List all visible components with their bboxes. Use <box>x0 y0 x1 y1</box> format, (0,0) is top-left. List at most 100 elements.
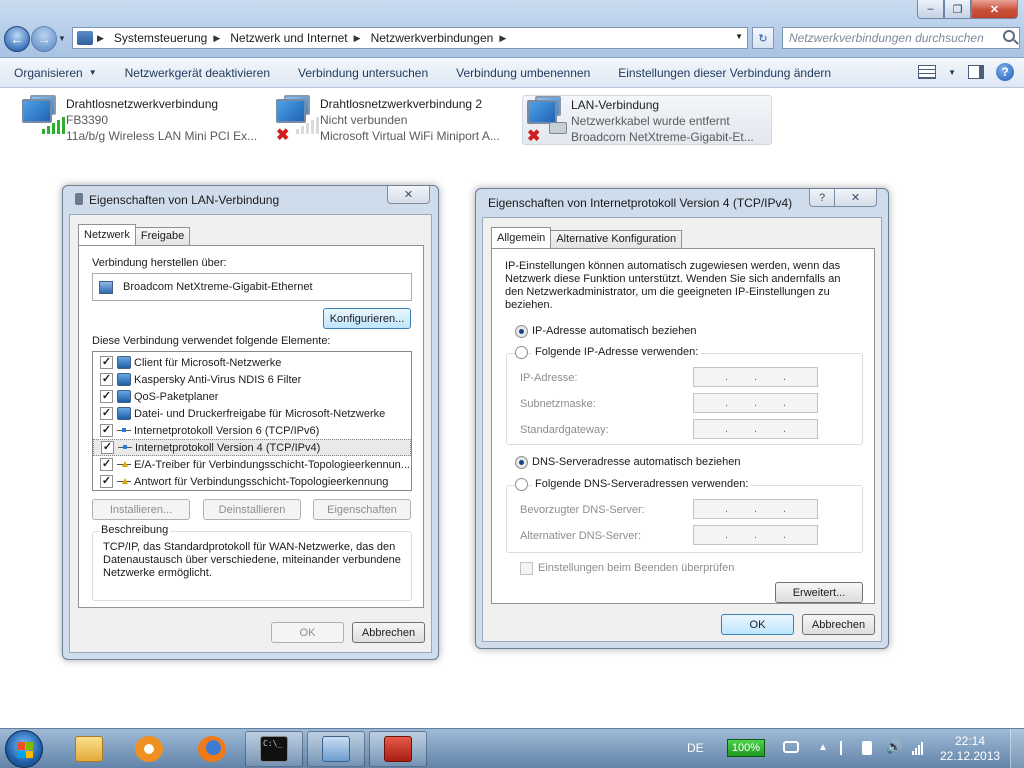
battery-meter[interactable]: 100% <box>727 739 765 757</box>
checkbox[interactable]: ✓ <box>100 356 113 369</box>
gateway-field[interactable]: ... <box>693 419 818 439</box>
auto-dns-label[interactable]: DNS-Serveradresse automatisch beziehen <box>532 456 741 468</box>
dialog-close-button[interactable]: ✕ <box>387 186 430 204</box>
clock[interactable]: 22:14 22.12.2013 <box>940 734 1000 764</box>
forward-button[interactable]: → <box>31 26 57 52</box>
view-dropdown-icon[interactable]: ▼ <box>948 68 956 77</box>
tab-sharing[interactable]: Freigabe <box>134 227 191 245</box>
address-bar[interactable]: ▶ Systemsteuerung ▶ Netzwerk und Internet… <box>72 27 748 49</box>
network-adapter-icon <box>99 280 113 294</box>
connection-item-wireless[interactable]: Drahtlosnetzwerkverbindung FB3390 11a/b/… <box>18 95 263 145</box>
adapter-field: Broadcom NetXtreme-Gigabit-Ethernet <box>92 273 412 301</box>
wifi-signal-icon[interactable] <box>912 741 926 755</box>
refresh-button[interactable]: ↻ <box>752 27 774 49</box>
auto-ip-radio[interactable] <box>515 325 528 338</box>
rename-connection-button[interactable]: Verbindung umbenennen <box>442 58 604 88</box>
maximize-button[interactable]: ❐ <box>944 0 971 19</box>
change-settings-button[interactable]: Einstellungen dieser Verbindung ändern <box>604 58 845 88</box>
properties-button[interactable]: Eigenschaften <box>313 499 411 520</box>
show-hidden-icons-chevron-icon[interactable]: ▲ <box>818 742 832 756</box>
list-item[interactable]: ✓ Datei- und Druckerfreigabe für Microsof… <box>93 405 411 422</box>
breadcrumb-control-panel[interactable]: Systemsteuerung ▶ <box>114 31 220 45</box>
components-list[interactable]: ✓ Client für Microsoft-Netzwerke ✓ Kaspers… <box>92 351 412 491</box>
taskbar-network-connections[interactable] <box>307 731 365 767</box>
manual-dns-label[interactable]: Folgende DNS-Serveradressen verwenden: <box>532 478 752 490</box>
close-button[interactable]: ✕ <box>971 0 1018 19</box>
cancel-button[interactable]: Abbrechen <box>802 614 875 635</box>
manual-dns-radio[interactable] <box>515 478 528 491</box>
install-button[interactable]: Installieren... <box>92 499 190 520</box>
taskbar-explorer[interactable] <box>60 731 118 767</box>
organize-menu[interactable]: Organisieren ▼ <box>0 58 111 88</box>
checkbox[interactable]: ✓ <box>100 475 113 488</box>
validate-checkbox[interactable] <box>520 562 533 575</box>
breadcrumb-network-internet[interactable]: Netzwerk und Internet ▶ <box>230 31 360 45</box>
preview-pane-icon[interactable] <box>968 65 984 79</box>
tab-general[interactable]: Allgemein <box>491 227 552 248</box>
list-item[interactable]: ✓ Internetprotokoll Version 6 (TCP/IPv6) <box>93 422 411 439</box>
view-options-icon[interactable] <box>918 65 937 79</box>
checkbox[interactable]: ✓ <box>100 390 113 403</box>
list-item[interactable]: ✓ E/A-Treiber für Verbindungsschicht-Topo… <box>93 456 411 473</box>
disable-device-button[interactable]: Netzwerkgerät deaktivieren <box>111 58 284 88</box>
search-input[interactable]: Netzwerkverbindungen durchsuchen <box>782 27 1020 49</box>
dialog-help-button[interactable]: ? <box>809 189 835 207</box>
back-button[interactable]: ← <box>4 26 30 52</box>
breadcrumb-arrow-root[interactable]: ▶ <box>97 33 104 44</box>
manual-ip-radio[interactable] <box>515 346 528 359</box>
configure-button[interactable]: Konfigurieren... <box>323 308 411 329</box>
auto-dns-radio[interactable] <box>515 456 528 469</box>
taskbar-command-prompt[interactable]: C:\_ <box>245 731 303 767</box>
ok-button[interactable]: OK <box>721 614 794 635</box>
history-dropdown-icon[interactable]: ▼ <box>58 34 66 43</box>
breadcrumb-separator-icon[interactable]: ▶ <box>213 33 220 44</box>
checkbox[interactable]: ✓ <box>100 373 113 386</box>
diagnose-connection-button[interactable]: Verbindung untersuchen <box>284 58 442 88</box>
show-desktop-button[interactable] <box>1010 729 1024 768</box>
validate-label[interactable]: Einstellungen beim Beenden überprüfen <box>538 562 734 574</box>
address-dropdown-icon[interactable]: ▼ <box>735 32 743 41</box>
auto-ip-label[interactable]: IP-Adresse automatisch beziehen <box>532 325 696 337</box>
device-icon[interactable] <box>862 741 872 755</box>
list-item[interactable]: ✓ Kaspersky Anti-Virus NDIS 6 Filter <box>93 371 411 388</box>
breadcrumb-network-connections[interactable]: Netzwerkverbindungen ▶ <box>371 31 507 45</box>
folder-icon <box>75 736 103 762</box>
start-button[interactable] <box>5 730 43 768</box>
checkbox[interactable]: ✓ <box>100 407 113 420</box>
list-item[interactable]: ✓ Client für Microsoft-Netzwerke <box>93 354 411 371</box>
uninstall-button[interactable]: Deinstallieren <box>203 499 301 520</box>
taskbar-toolbox-app[interactable] <box>369 731 427 767</box>
minimize-button[interactable]: – <box>917 0 944 19</box>
tab-network[interactable]: Netzwerk <box>78 224 136 245</box>
list-item[interactable]: ✓ Antwort für Verbindungsschicht-Topologi… <box>93 473 411 490</box>
checkbox[interactable]: ✓ <box>101 441 114 454</box>
subnet-mask-field[interactable]: ... <box>693 393 818 413</box>
tab-alternate-configuration[interactable]: Alternative Konfiguration <box>550 230 683 248</box>
cancel-button[interactable]: Abbrechen <box>352 622 425 643</box>
list-item-selected[interactable]: ✓ Internetprotokoll Version 4 (TCP/IPv4) <box>93 439 411 456</box>
dialog-close-button[interactable]: ✕ <box>834 189 877 207</box>
breadcrumb-separator-icon[interactable]: ▶ <box>499 33 506 44</box>
taskbar-firefox[interactable] <box>183 731 241 767</box>
advanced-button[interactable]: Erweitert... <box>775 582 863 603</box>
manual-ip-label[interactable]: Folgende IP-Adresse verwenden: <box>532 346 702 358</box>
list-item[interactable]: ✓ QoS-Paketplaner <box>93 388 411 405</box>
volume-icon[interactable]: 🔊 <box>886 739 902 754</box>
checkbox[interactable]: ✓ <box>100 424 113 437</box>
connection-item-wireless-2[interactable]: ✖ Drahtlosnetzwerkverbindung 2 Nicht ver… <box>272 95 517 145</box>
action-center-flag-icon[interactable] <box>840 741 854 755</box>
preferred-dns-field[interactable]: ... <box>693 499 818 519</box>
search-icon[interactable] <box>1003 30 1015 42</box>
command-bar: Organisieren ▼ Netzwerkgerät deaktivieren… <box>0 58 1024 88</box>
help-icon[interactable]: ? <box>996 63 1014 81</box>
dialog-title: Eigenschaften von LAN-Verbindung <box>75 193 279 207</box>
ok-button[interactable]: OK <box>271 622 344 643</box>
breadcrumb-separator-icon[interactable]: ▶ <box>354 33 361 44</box>
language-indicator[interactable]: DE <box>687 741 704 755</box>
taskbar-media-player[interactable] <box>120 731 178 767</box>
power-icon[interactable] <box>783 741 799 753</box>
alternate-dns-field[interactable]: ... <box>693 525 818 545</box>
ip-address-field[interactable]: ... <box>693 367 818 387</box>
checkbox[interactable]: ✓ <box>100 458 113 471</box>
connection-item-lan[interactable]: ✖ LAN-Verbindung Netzwerkkabel wurde ent… <box>522 95 772 145</box>
